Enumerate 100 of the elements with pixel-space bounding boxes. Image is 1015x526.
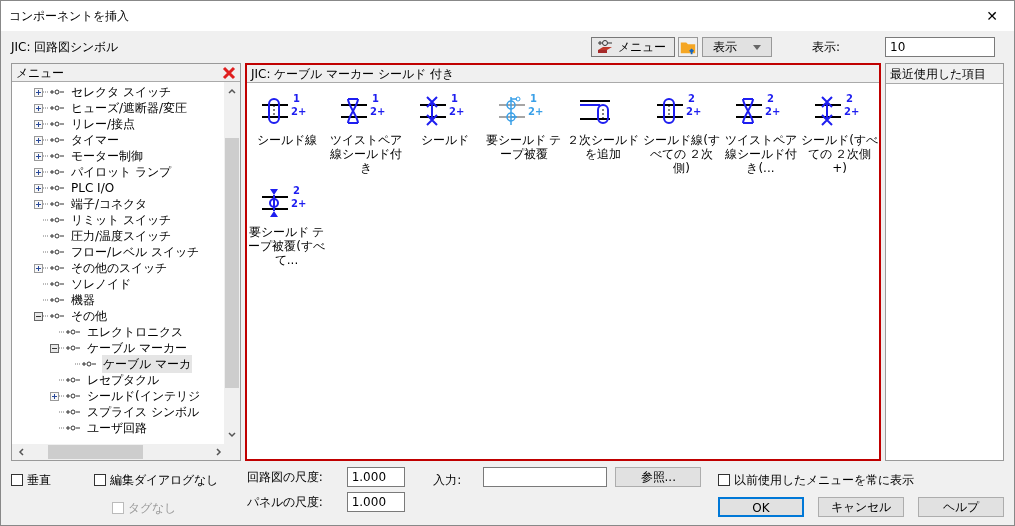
tree-item[interactable]: ケーブル マーカ (102, 355, 192, 373)
library-label: JIC: 回路図シンボル (11, 39, 120, 56)
tree-item[interactable]: シールド(インテリジ (86, 387, 201, 405)
component-node-icon (43, 104, 67, 112)
input-field[interactable] (483, 467, 608, 487)
tree-item[interactable]: ユーザ回路 (86, 419, 148, 437)
dialog-button[interactable]: OK (718, 497, 804, 517)
component-node-icon (75, 360, 99, 368)
symbol-label: ツイストペア線シールド付き (328, 133, 403, 175)
tree-item[interactable]: タイマー (70, 131, 120, 149)
tree-item[interactable]: 圧力/温度スイッチ (70, 227, 173, 245)
checkbox[interactable] (718, 474, 730, 486)
tree-item[interactable]: ヒューズ/遮断器/変圧 (70, 99, 189, 117)
component-node-icon (43, 200, 67, 208)
component-node-icon (43, 136, 67, 144)
expand-icon[interactable] (34, 167, 43, 177)
component-node-icon (59, 376, 83, 384)
panel-title: 最近使用した項目 (886, 64, 1003, 84)
tree-item[interactable]: その他のスイッチ (70, 259, 168, 277)
display-label: 表示: (812, 39, 842, 56)
component-node-icon (43, 168, 67, 176)
folder-icon[interactable] (678, 37, 698, 57)
symbol-label: 要シールド テープ被覆 (484, 133, 563, 161)
scale-field[interactable]: 1.000 (346, 467, 405, 487)
scale-label: 回路図の尺度: (246, 469, 324, 486)
close-button[interactable]: ✕ (978, 5, 1006, 27)
horizontal-scrollbar[interactable] (12, 444, 240, 460)
expand-icon[interactable] (34, 199, 43, 209)
scroll-down-icon[interactable] (227, 430, 237, 440)
expand-icon[interactable] (34, 87, 43, 97)
expand-icon[interactable] (34, 263, 43, 273)
tree-item[interactable]: セレクタ スイッチ (70, 83, 172, 101)
window-title: コンポーネントを挿入 (9, 8, 129, 25)
display-field[interactable]: 10 (885, 37, 995, 57)
dialog-button[interactable]: ヘルプ (918, 497, 1004, 517)
expand-icon[interactable] (34, 151, 43, 161)
tree-item[interactable]: レセプタクル (86, 371, 160, 389)
component-node-icon (43, 152, 67, 160)
symbol-label: シールド線 (255, 133, 318, 147)
scale-field[interactable]: 1.000 (346, 492, 405, 512)
component-node-icon (43, 280, 67, 288)
checkbox-label: 編集ダイアログなし (110, 472, 219, 489)
input-label: 入力: (433, 472, 463, 489)
component-node-icon (43, 216, 67, 224)
checkbox[interactable] (11, 474, 23, 486)
tree-item[interactable]: パイロット ランプ (70, 163, 172, 181)
component-node-icon (43, 264, 67, 272)
component-node-icon (43, 312, 67, 320)
expand-icon[interactable] (34, 119, 43, 129)
expand-icon[interactable] (34, 135, 43, 145)
dialog-button[interactable]: キャンセル (818, 497, 904, 517)
symbol-label: ２次シールドを追加 (565, 133, 640, 161)
close-icon[interactable] (222, 65, 236, 80)
tree-item[interactable]: 端子/コネクタ (70, 195, 149, 213)
scale-label: パネルの尺度: (246, 494, 324, 511)
checkbox-label: 以前使用したメニューを常に表示 (734, 472, 914, 489)
panel-title: JIC: ケーブル マーカー シールド 付き (247, 65, 879, 83)
collapse-icon[interactable] (34, 311, 43, 321)
symbol-label: シールド(すべての ２次側+) (800, 133, 879, 175)
expand-icon[interactable] (50, 391, 59, 401)
expand-icon[interactable] (34, 183, 43, 193)
tree-item[interactable]: モーター制御 (70, 147, 144, 165)
component-node-icon (59, 328, 83, 336)
dropdown-caret-icon (753, 44, 761, 50)
symbol-label: 要シールド テープ被覆(すべて... (247, 225, 326, 267)
tree-item[interactable]: フロー/レベル スイッチ (70, 243, 200, 261)
symbol-label: ツイストペア線シールド付き(... (723, 133, 798, 175)
scroll-right-icon[interactable] (214, 447, 224, 457)
tree-item[interactable]: ケーブル マーカー (86, 339, 188, 357)
panel-title: メニュー (16, 64, 64, 82)
component-node-icon (43, 248, 67, 256)
component-node-icon (43, 120, 67, 128)
component-node-icon (59, 408, 83, 416)
collapse-icon[interactable] (50, 343, 59, 353)
tree-item[interactable]: スプライス シンボル (86, 403, 200, 421)
component-node-icon (59, 344, 83, 352)
checkbox-label: タグなし (128, 500, 177, 517)
scroll-left-icon[interactable] (16, 447, 26, 457)
component-node-icon (59, 424, 83, 432)
tree-item[interactable]: リミット スイッチ (70, 211, 172, 229)
checkbox[interactable] (94, 474, 107, 486)
symbol-label: シールド線(すべての ２次側) (642, 133, 721, 175)
view-dropdown[interactable]: 表示 (702, 37, 772, 57)
expand-icon[interactable] (34, 103, 43, 113)
component-node-icon (43, 88, 67, 96)
component-node-icon (43, 184, 67, 192)
book-icon (596, 39, 614, 55)
checkbox-label: 垂直 (27, 472, 51, 489)
component-node-icon (59, 392, 83, 400)
tree-item[interactable]: リレー/接点 (70, 115, 137, 133)
tree-item[interactable]: 機器 (70, 291, 96, 309)
tree-item[interactable]: ソレノイド (70, 275, 132, 293)
tree-item[interactable]: PLC I/O (70, 179, 116, 197)
tree-item[interactable]: エレクトロニクス (86, 323, 184, 341)
tree-item[interactable]: その他 (70, 307, 108, 325)
vertical-scrollbar[interactable] (224, 82, 240, 444)
component-node-icon (43, 232, 67, 240)
browse-button[interactable]: 参照... (615, 467, 702, 487)
menu-button[interactable]: メニュー (591, 37, 675, 57)
scroll-up-icon[interactable] (227, 86, 237, 96)
